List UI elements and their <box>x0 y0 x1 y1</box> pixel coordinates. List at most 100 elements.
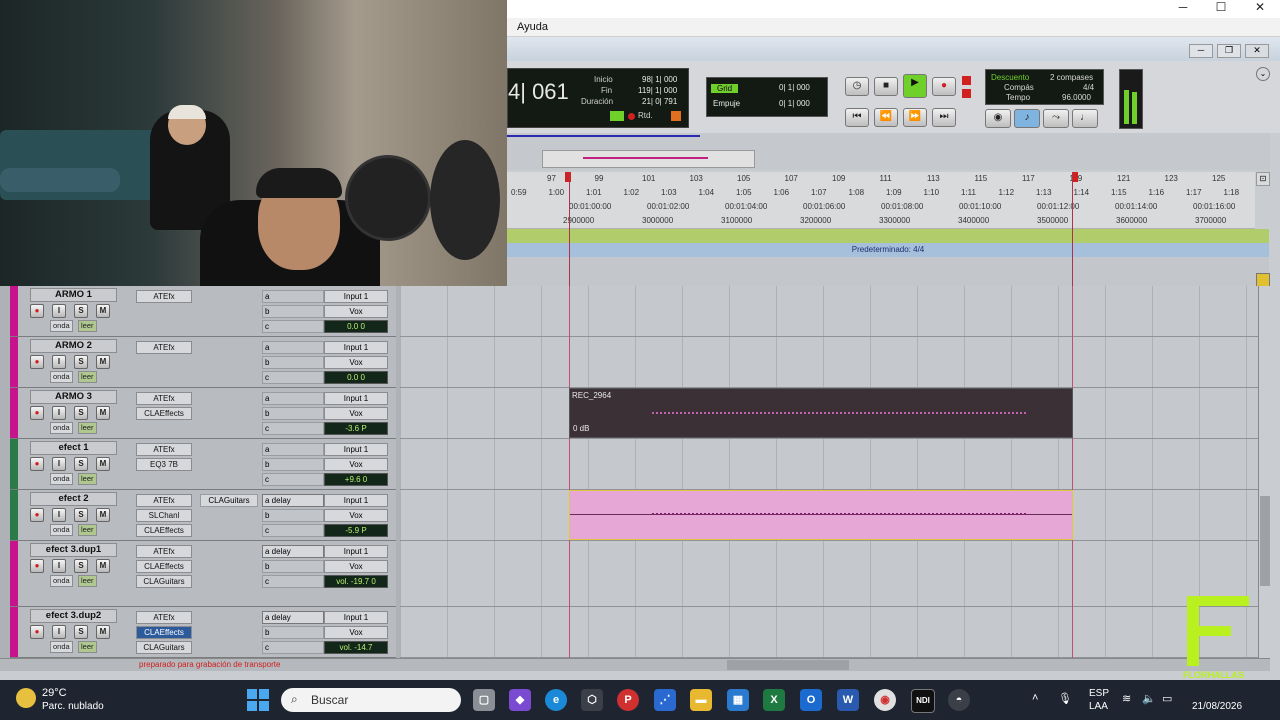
fin-value[interactable]: 119| 1| 000 <box>638 86 677 95</box>
input-monitor-button[interactable]: I <box>52 457 66 471</box>
track-row[interactable]: efect 2 ● I S Monda leer ATEfx SLChanl CLAEffect… <box>10 490 396 541</box>
insert-slot[interactable]: ATEfx <box>136 443 192 456</box>
play-button[interactable]: ▶ <box>903 74 927 98</box>
input-monitor-button[interactable]: I <box>52 559 66 573</box>
insert-slot[interactable]: ATEfx <box>136 494 192 507</box>
return-to-zero-button[interactable]: ⏮ <box>845 108 869 127</box>
send-slot[interactable]: c <box>262 575 324 588</box>
input-selector[interactable]: Input 1 <box>324 494 388 507</box>
track-name[interactable]: ARMO 1 <box>30 288 117 302</box>
track-view-selector[interactable]: onda <box>50 641 73 653</box>
windows-start-icon[interactable] <box>247 689 269 711</box>
send-slot[interactable]: a <box>262 341 324 354</box>
speaker-icon[interactable]: 🔈 <box>1142 692 1156 705</box>
output-selector[interactable]: Vox <box>324 407 388 420</box>
pro-tools-icon[interactable]: ◓ <box>948 689 970 711</box>
menu-ayuda[interactable]: Ayuda <box>517 21 548 33</box>
mute-button[interactable]: M <box>96 559 110 573</box>
send-slot[interactable]: a <box>262 392 324 405</box>
mute-button[interactable]: M <box>96 304 110 318</box>
main-counter[interactable]: 4| 061 Inicio 98| 1| 000 Fin 119| 1| 000… <box>507 68 689 128</box>
word-icon[interactable]: W <box>837 689 859 711</box>
audio-clip-rec[interactable]: REC_2964 0 dB <box>569 388 1073 438</box>
inicio-value[interactable]: 98| 1| 000 <box>642 75 677 84</box>
minsecs-ruler[interactable]: 0:59 1:00 1:01 1:02 1:03 1:04 1:05 1:06 1:07 1:08… <box>507 186 1255 201</box>
track-lane[interactable] <box>400 286 1258 337</box>
edge-icon[interactable]: e <box>545 689 567 711</box>
edit-minimize-button[interactable]: ─ <box>1189 44 1213 58</box>
empuje-value[interactable]: 0| 1| 000 <box>779 99 810 108</box>
clip-gain[interactable]: 0 dB <box>573 424 589 433</box>
track-color-bar[interactable] <box>10 607 18 657</box>
mute-button[interactable]: M <box>96 508 110 522</box>
lang-line1[interactable]: ESP <box>1089 688 1109 699</box>
solo-button[interactable]: S <box>74 355 88 369</box>
fast-forward-button[interactable]: ⏩ <box>903 108 927 127</box>
ruler-options-icon[interactable]: ⊡ <box>1256 172 1270 186</box>
insert-slot[interactable]: ATEfx <box>136 341 192 354</box>
vs-icon[interactable]: ⋰ <box>654 689 676 711</box>
send-slot[interactable]: c <box>262 473 324 486</box>
countoff-button[interactable]: ⤳ <box>1043 109 1069 128</box>
insert-slot[interactable]: ATEfx <box>136 611 192 624</box>
chrome-icon[interactable]: ◉ <box>874 689 896 711</box>
audio-clip-selected[interactable] <box>569 490 1073 540</box>
volume-pan-display[interactable]: 0.0 0 <box>324 371 388 384</box>
automation-mode-selector[interactable]: leer <box>78 575 97 587</box>
input-monitor-button[interactable]: I <box>52 625 66 639</box>
microphone-icon[interactable]: 🎙 <box>1058 692 1072 705</box>
automation-mode-selector[interactable]: leer <box>78 473 97 485</box>
tempo-ruler[interactable]: Predeterminado: 4/4 <box>507 243 1269 257</box>
stop-button[interactable]: ■ <box>874 77 898 96</box>
insert-slot[interactable]: CLAGuitars <box>136 641 192 654</box>
volume-pan-display[interactable]: -5.9 P <box>324 524 388 537</box>
record-arm-button[interactable]: ● <box>30 304 44 318</box>
track-row[interactable]: ARMO 3 ● I S Monda leer ATEfx CLAEffects a b c Inpu… <box>10 388 396 439</box>
track-name[interactable]: efect 3.dup1 <box>30 543 117 557</box>
input-selector[interactable]: Input 1 <box>324 392 388 405</box>
send-slot[interactable]: a delay <box>262 545 324 558</box>
timecode-ruler[interactable]: 00:01:00:00 00:01:02:00 00:01:04:00 00:01:0… <box>507 200 1255 215</box>
selection-start-marker[interactable] <box>565 172 571 182</box>
record-button[interactable]: ● <box>932 77 956 96</box>
pdf-icon[interactable]: P <box>617 689 639 711</box>
output-selector[interactable]: Vox <box>324 305 388 318</box>
track-row[interactable]: efect 3.dup1 ● I S Monda leer ATEfx CLAEffects C… <box>10 541 396 607</box>
rtd-label[interactable]: Rtd. <box>638 111 653 120</box>
zoom-toggle-icon[interactable] <box>1256 273 1270 287</box>
minimize-button[interactable]: ─ <box>1168 0 1198 16</box>
insert-slot-b[interactable]: CLAGuitars <box>200 494 258 507</box>
file-explorer-icon[interactable]: ▬ <box>690 689 712 711</box>
marker-ruler[interactable] <box>507 257 1269 287</box>
track-color-bar[interactable] <box>10 286 18 336</box>
input-selector[interactable]: Input 1 <box>324 611 388 624</box>
send-slot[interactable]: c <box>262 524 324 537</box>
track-view-selector[interactable]: onda <box>50 320 73 332</box>
volume-pan-display[interactable]: +9.6 0 <box>324 473 388 486</box>
duracion-value[interactable]: 21| 0| 791 <box>642 97 677 106</box>
app-cube-icon[interactable]: ⬡ <box>581 689 603 711</box>
timeline[interactable] <box>400 286 1258 658</box>
compas-value[interactable]: 4/4 <box>1083 83 1094 92</box>
track-lane[interactable] <box>400 607 1258 658</box>
copilot-icon[interactable]: ◆ <box>509 689 531 711</box>
solo-button[interactable]: S <box>74 304 88 318</box>
input-selector[interactable]: Input 1 <box>324 290 388 303</box>
input-selector[interactable]: Input 1 <box>324 545 388 558</box>
insert-slot[interactable]: EQ3 7B <box>136 458 192 471</box>
edit-restore-button[interactable]: ❐ <box>1217 44 1241 58</box>
send-slot[interactable]: b <box>262 509 324 522</box>
solo-button[interactable]: S <box>74 559 88 573</box>
insert-slot[interactable]: ATEfx <box>136 545 192 558</box>
track-color-bar[interactable] <box>10 490 18 540</box>
input-monitor-button[interactable]: I <box>52 304 66 318</box>
weather-temp[interactable]: 29°C <box>42 687 67 699</box>
input-monitor-button[interactable]: I <box>52 355 66 369</box>
output-selector[interactable]: Vox <box>324 560 388 573</box>
track-name[interactable]: ARMO 3 <box>30 390 117 404</box>
automation-mode-selector[interactable]: leer <box>78 641 97 653</box>
automation-mode-selector[interactable]: leer <box>78 524 97 536</box>
automation-mode-selector[interactable]: leer <box>78 371 97 383</box>
automation-mode-selector[interactable]: leer <box>78 422 97 434</box>
horizontal-scrollbar[interactable]: preparado para grabación de transporte <box>0 658 1270 671</box>
